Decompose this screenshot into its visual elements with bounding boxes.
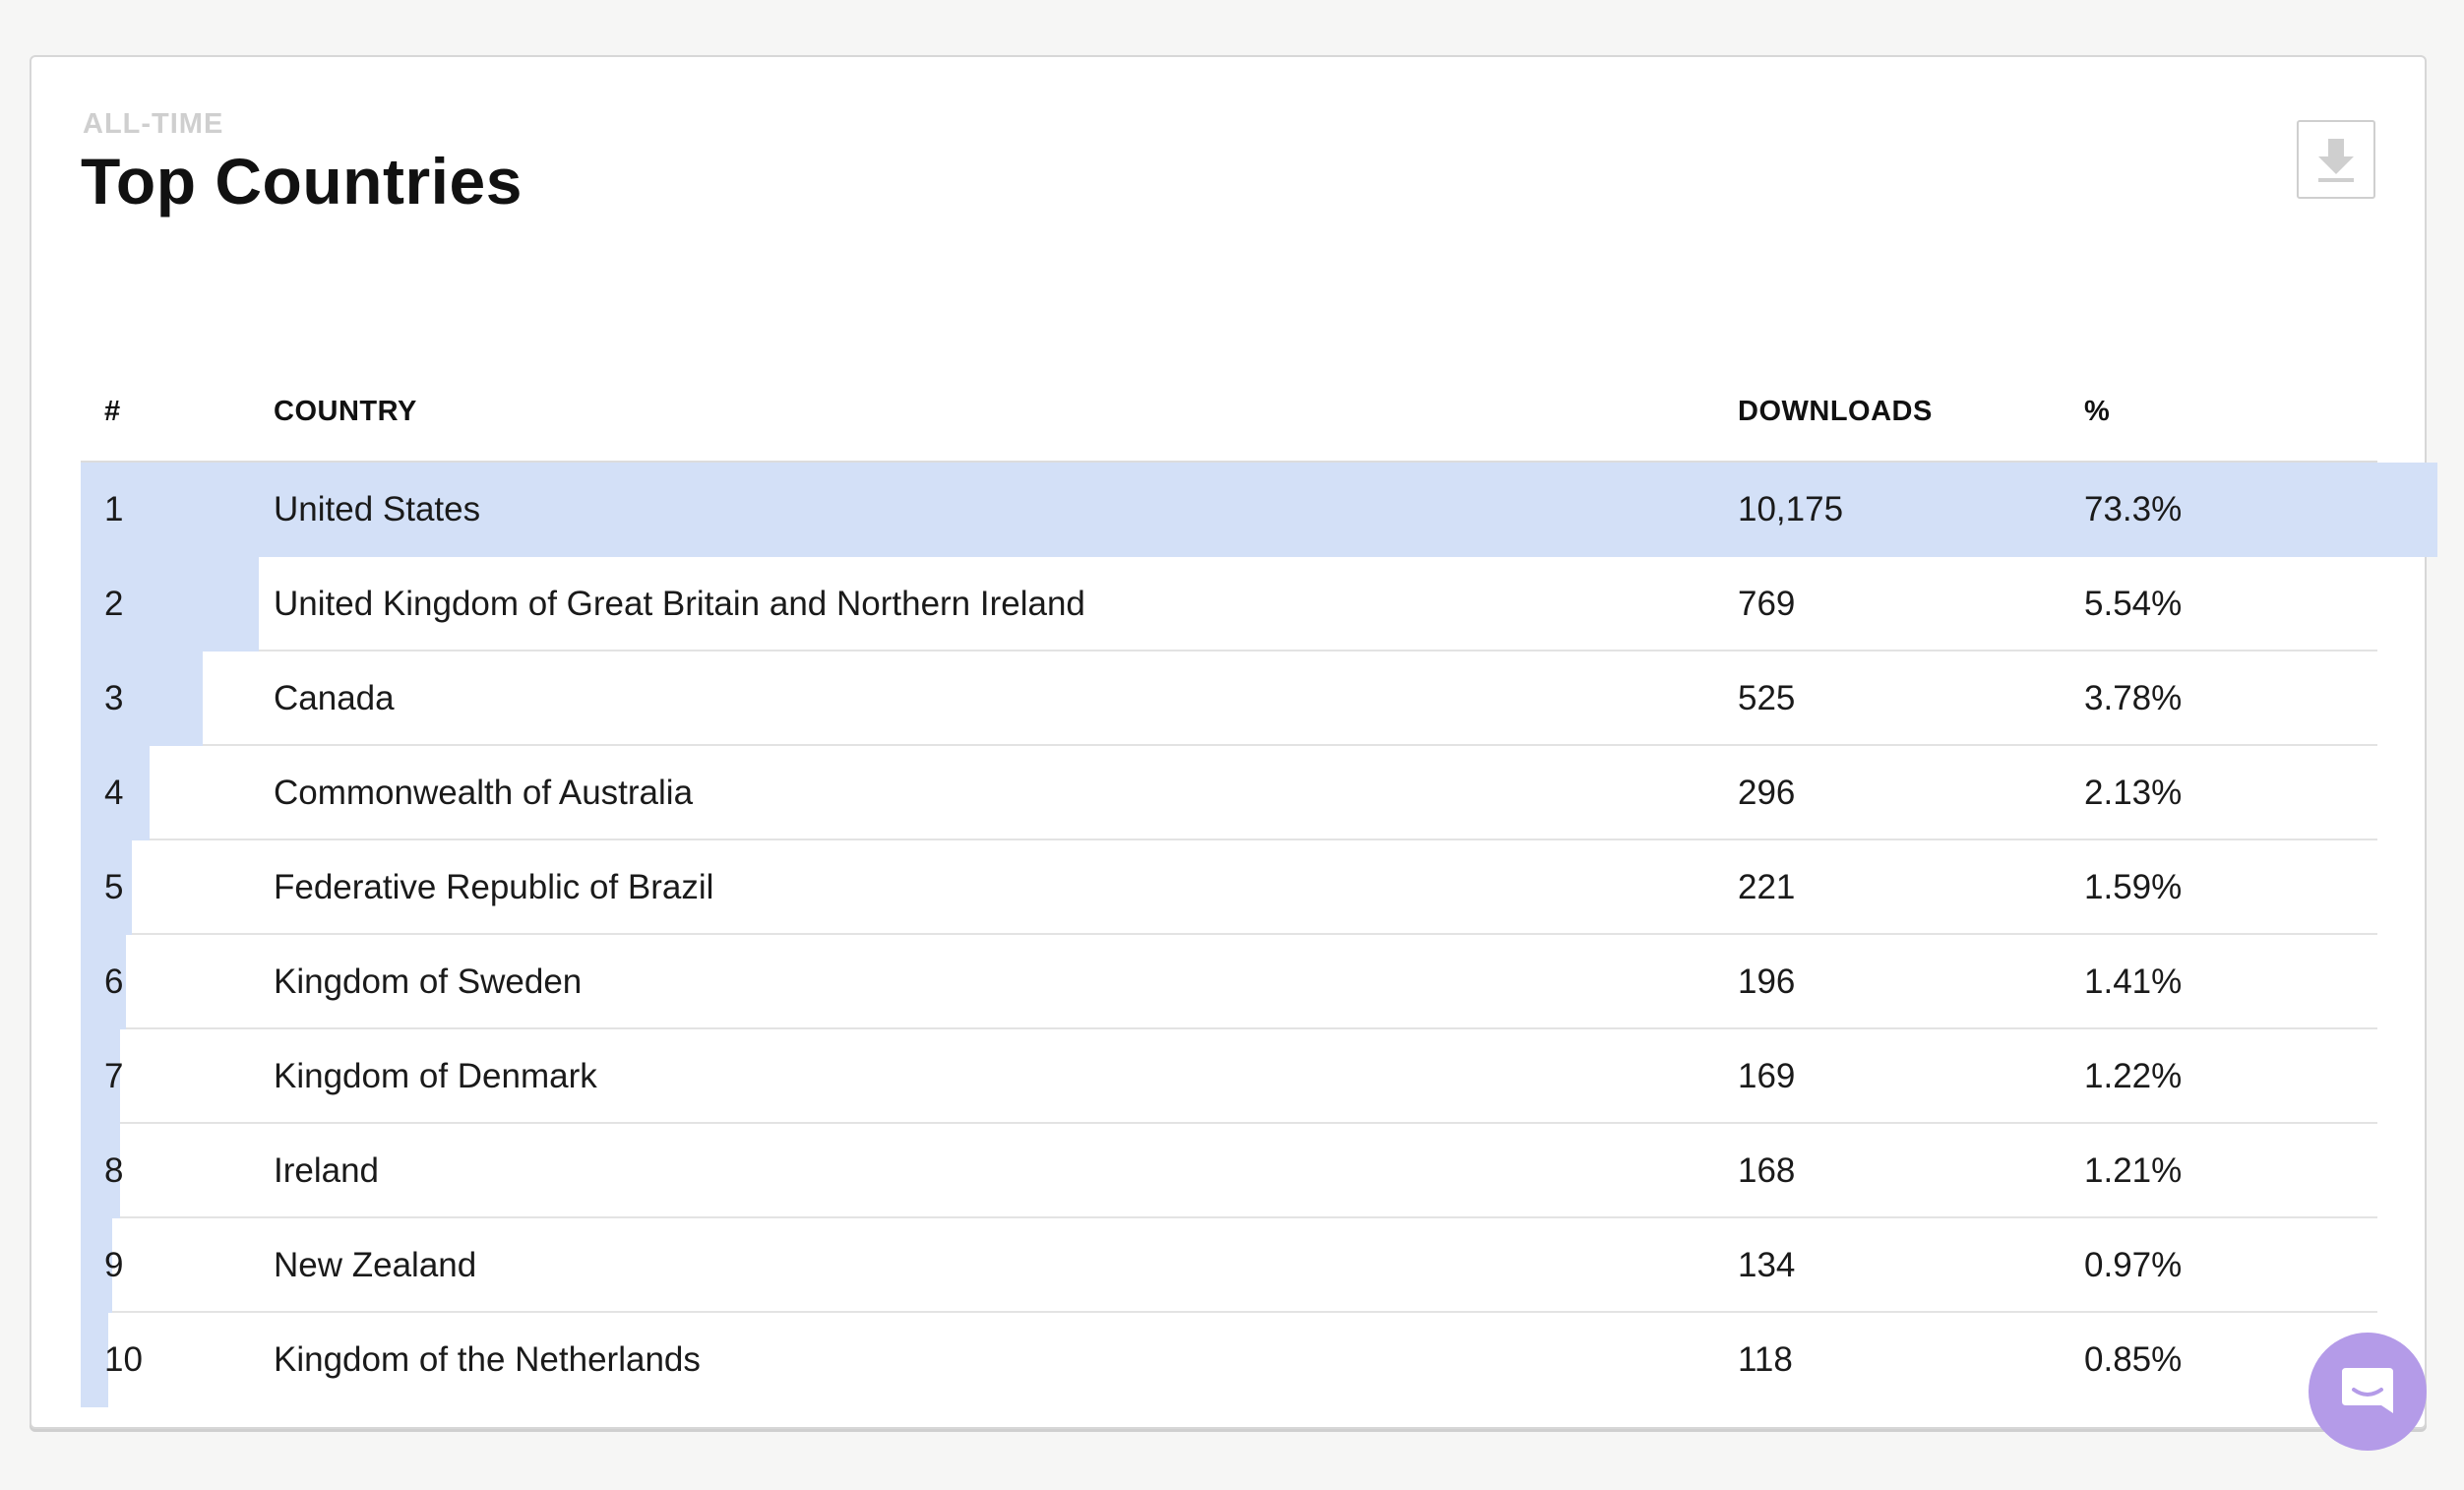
card-eyebrow: ALL-TIME xyxy=(83,108,224,140)
table-row: 8 Ireland 168 1.21% xyxy=(81,1124,2377,1218)
header-percent[interactable]: % xyxy=(2084,398,2110,426)
row-rank: 6 xyxy=(104,962,124,1001)
countries-table: # COUNTRY DOWNLOADS % 1 United States 10… xyxy=(81,352,2437,1407)
row-country: Federative Republic of Brazil xyxy=(274,868,714,906)
row-percent: 1.41% xyxy=(2084,962,2183,1001)
header-country[interactable]: COUNTRY xyxy=(274,398,417,426)
download-icon xyxy=(2318,139,2354,182)
chat-icon xyxy=(2342,1368,2393,1413)
row-percent: 2.13% xyxy=(2084,774,2183,812)
row-country: United States xyxy=(274,490,481,528)
table-row: 3 Canada 525 3.78% xyxy=(81,652,2377,746)
download-button[interactable] xyxy=(2297,120,2375,199)
table-row: 5 Federative Republic of Brazil 221 1.59… xyxy=(81,840,2377,935)
table-row: 10 Kingdom of the Netherlands 118 0.85% xyxy=(81,1313,2377,1407)
row-downloads: 168 xyxy=(1738,1151,1796,1190)
share-bar xyxy=(81,652,203,746)
row-rank: 4 xyxy=(104,774,124,812)
row-percent: 0.85% xyxy=(2084,1340,2183,1379)
row-country: Canada xyxy=(274,679,395,717)
table-row: 1 United States 10,175 73.3% xyxy=(81,463,2437,557)
row-rank: 10 xyxy=(104,1340,143,1379)
row-downloads: 221 xyxy=(1738,868,1796,906)
row-rank: 5 xyxy=(104,868,124,906)
row-downloads: 769 xyxy=(1738,585,1796,623)
row-downloads: 10,175 xyxy=(1738,490,1844,528)
row-percent: 1.21% xyxy=(2084,1151,2183,1190)
card-title: Top Countries xyxy=(81,145,523,217)
table-header: # COUNTRY DOWNLOADS % xyxy=(81,352,2377,463)
row-rank: 7 xyxy=(104,1057,124,1095)
row-percent: 73.3% xyxy=(2084,490,2183,528)
row-downloads: 134 xyxy=(1738,1246,1796,1284)
row-percent: 1.59% xyxy=(2084,868,2183,906)
row-downloads: 118 xyxy=(1738,1340,1793,1379)
row-downloads: 525 xyxy=(1738,679,1796,717)
header-downloads[interactable]: DOWNLOADS xyxy=(1738,398,1933,426)
row-percent: 5.54% xyxy=(2084,585,2183,623)
row-downloads: 296 xyxy=(1738,774,1796,812)
table-row: 7 Kingdom of Denmark 169 1.22% xyxy=(81,1029,2377,1124)
chat-launcher-button[interactable] xyxy=(2309,1333,2427,1451)
row-country: Kingdom of the Netherlands xyxy=(274,1340,701,1379)
header-rank[interactable]: # xyxy=(104,398,121,426)
row-country: Ireland xyxy=(274,1151,380,1190)
row-percent: 1.22% xyxy=(2084,1057,2183,1095)
row-downloads: 196 xyxy=(1738,962,1796,1001)
row-country: Kingdom of Sweden xyxy=(274,962,583,1001)
row-rank: 9 xyxy=(104,1246,124,1284)
table-row: 2 United Kingdom of Great Britain and No… xyxy=(81,557,2377,652)
row-percent: 3.78% xyxy=(2084,679,2183,717)
row-rank: 1 xyxy=(104,490,124,528)
row-rank: 2 xyxy=(104,585,124,623)
table-row: 4 Commonwealth of Australia 296 2.13% xyxy=(81,746,2377,840)
row-country: New Zealand xyxy=(274,1246,477,1284)
row-downloads: 169 xyxy=(1738,1057,1796,1095)
row-country: United Kingdom of Great Britain and Nort… xyxy=(274,585,1085,623)
table-row: 9 New Zealand 134 0.97% xyxy=(81,1218,2377,1313)
row-rank: 3 xyxy=(104,679,124,717)
row-percent: 0.97% xyxy=(2084,1246,2183,1284)
row-rank: 8 xyxy=(104,1151,124,1190)
top-countries-card: ALL-TIME Top Countries # COUNTRY DOWNLOA… xyxy=(30,55,2437,1429)
row-country: Commonwealth of Australia xyxy=(274,774,694,812)
row-country: Kingdom of Denmark xyxy=(274,1057,597,1095)
table-row: 6 Kingdom of Sweden 196 1.41% xyxy=(81,935,2377,1029)
